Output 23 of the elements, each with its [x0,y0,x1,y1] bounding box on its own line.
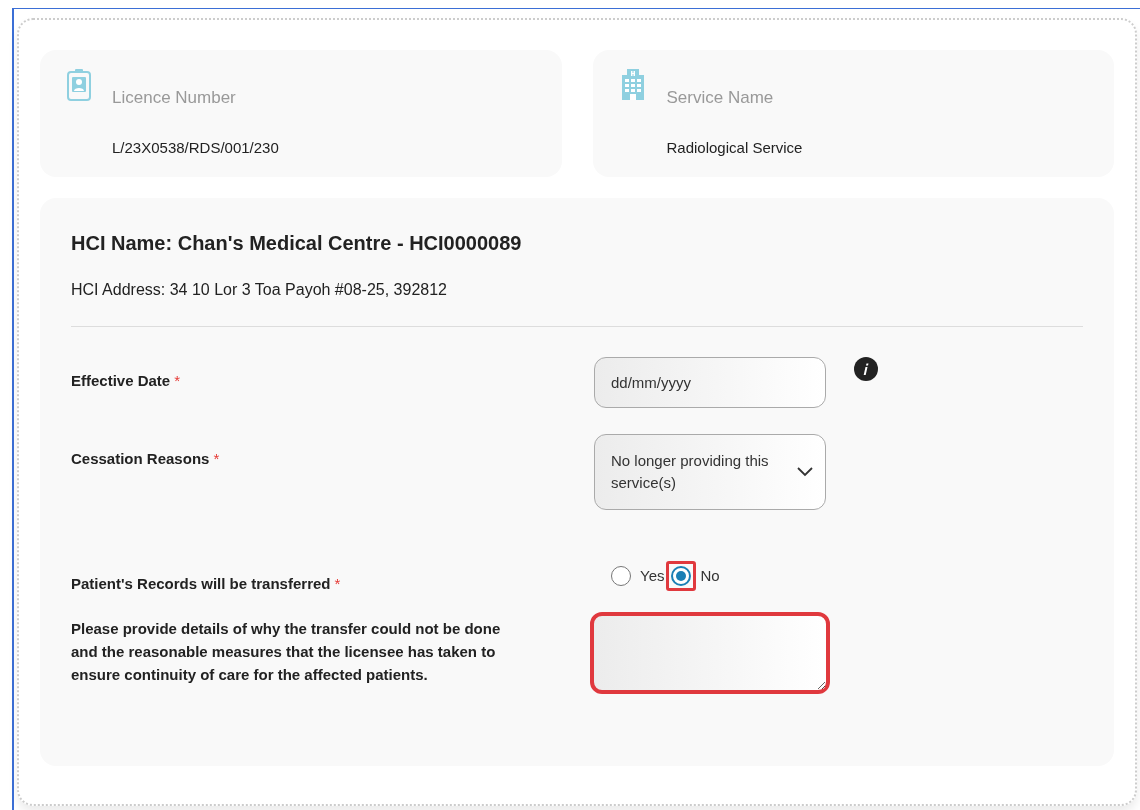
chevron-down-icon [797,467,813,477]
date-field[interactable]: dd/mm/yyyy [594,357,826,408]
info-label: Licence Number [112,87,237,109]
details-textarea[interactable] [590,612,830,694]
required-asterisk: * [213,449,220,469]
required-asterisk: * [174,371,181,391]
info-value: L/23X0538/RDS/001/230 [112,137,279,158]
field-label: Patient's Records will be transferred [71,574,331,594]
field-label: Please provide details of why the transfer could not be done and the reasonable measures that the licensee has taken to ensure continuity of care for the affected patients. [71,619,502,685]
field-label: Effective Date [71,371,171,391]
radio-label: Yes [640,565,665,586]
hospital-icon [619,69,646,101]
info-icon[interactable] [854,357,878,381]
info-label: Service Name [666,87,775,109]
id-badge-icon [67,69,91,101]
reason-select[interactable]: No longer providing this service(s) [594,434,826,510]
required-asterisk: * [334,574,341,594]
field-label: Cessation Reasons [71,449,210,469]
radio-label: No [700,565,720,586]
hci-address: HCI Address: 34 10 Lor 3 Toa Payoh #08-25, 392812 [71,280,448,300]
info-value: Radiological Service [666,137,803,158]
radio-button[interactable] [666,561,697,591]
hci-name: HCI Name: Chan's Medical Centre - HCI0000089 [71,231,523,256]
